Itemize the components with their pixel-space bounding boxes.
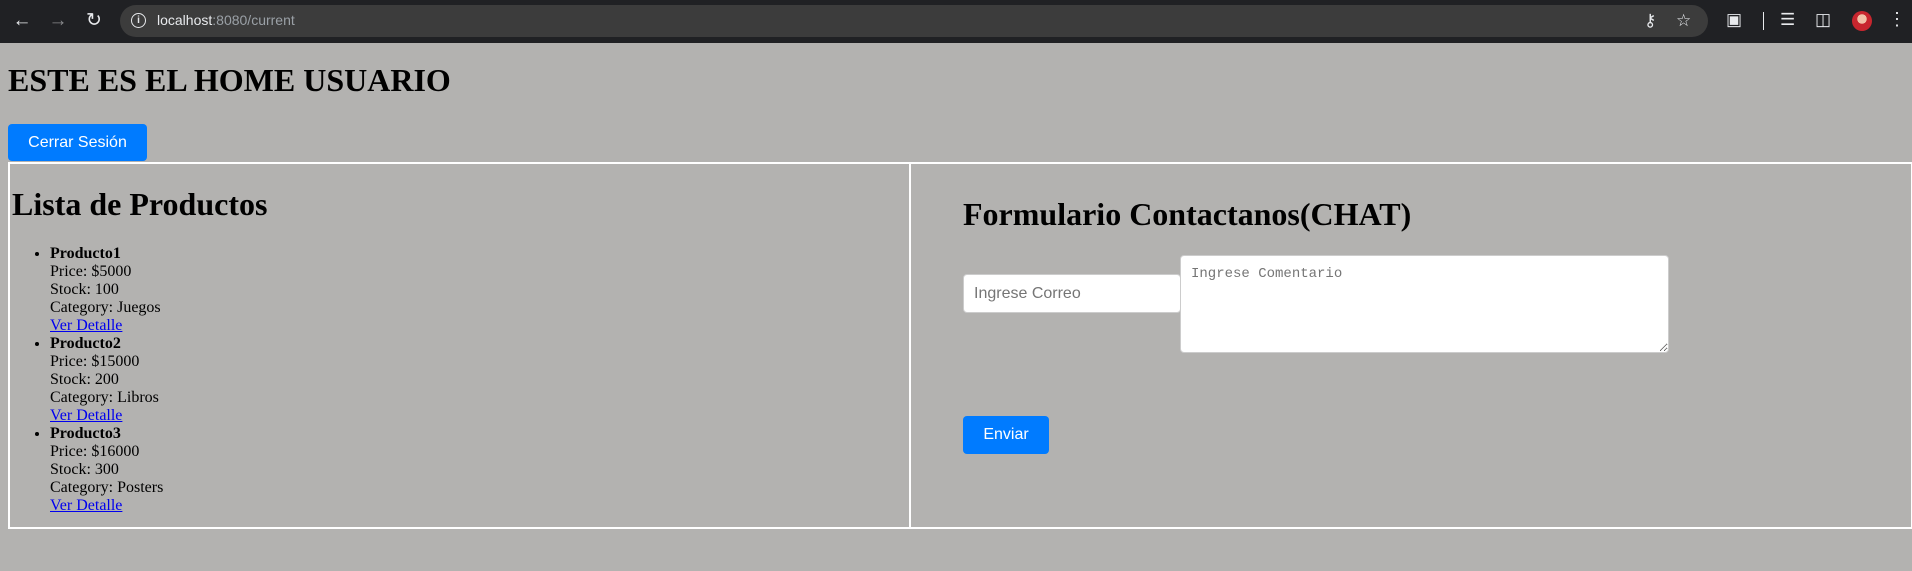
product-price: Price: $15000 bbox=[50, 353, 140, 370]
url-text: localhost:8080/current bbox=[157, 12, 295, 28]
product-price: Price: $16000 bbox=[50, 443, 140, 460]
address-bar[interactable]: i localhost:8080/current ⚷ ☆ bbox=[120, 5, 1708, 37]
star-icon[interactable]: ☆ bbox=[1676, 11, 1691, 31]
logout-button[interactable]: Cerrar Sesión bbox=[8, 124, 147, 161]
key-icon[interactable]: ⚷ bbox=[1644, 11, 1656, 31]
products-panel: Lista de Productos Producto1 Price: $500… bbox=[8, 162, 911, 529]
product-stock: Stock: 100 bbox=[50, 281, 119, 298]
comment-field[interactable] bbox=[1180, 255, 1669, 353]
view-detail-link[interactable]: Ver Detalle bbox=[50, 407, 122, 424]
contact-panel: Formulario Contactanos(CHAT) Enviar bbox=[909, 162, 1912, 529]
send-button[interactable]: Enviar bbox=[963, 416, 1049, 454]
list-item: Producto3 Price: $16000 Stock: 300 Categ… bbox=[50, 425, 163, 515]
view-detail-link[interactable]: Ver Detalle bbox=[50, 497, 122, 514]
product-list: Producto1 Price: $5000 Stock: 100 Catego… bbox=[10, 245, 163, 515]
toolbar-divider bbox=[1763, 12, 1764, 30]
reload-icon[interactable]: ↻ bbox=[83, 10, 105, 32]
product-name: Producto1 bbox=[50, 245, 121, 262]
product-category: Category: Libros bbox=[50, 389, 159, 406]
browser-toolbar: ← → ↻ i localhost:8080/current ⚷ ☆ ▣ ☰ ◫… bbox=[0, 0, 1912, 43]
list-item: Producto1 Price: $5000 Stock: 100 Catego… bbox=[50, 245, 163, 335]
side-panel-icon[interactable]: ◫ bbox=[1815, 10, 1831, 30]
email-field[interactable] bbox=[963, 274, 1181, 313]
product-price: Price: $5000 bbox=[50, 263, 132, 280]
puzzle-icon[interactable]: ▣ bbox=[1726, 10, 1742, 30]
kebab-menu-icon[interactable]: ⋮ bbox=[1888, 9, 1906, 30]
product-name: Producto3 bbox=[50, 425, 121, 442]
product-stock: Stock: 200 bbox=[50, 371, 119, 388]
list-item: Producto2 Price: $15000 Stock: 200 Categ… bbox=[50, 335, 163, 425]
product-category: Category: Juegos bbox=[50, 299, 161, 316]
forward-arrow-icon[interactable]: → bbox=[47, 10, 69, 32]
product-category: Category: Posters bbox=[50, 479, 164, 496]
products-heading: Lista de Productos bbox=[12, 186, 268, 222]
contact-heading: Formulario Contactanos(CHAT) bbox=[963, 196, 1412, 232]
product-stock: Stock: 300 bbox=[50, 461, 119, 478]
product-name: Producto2 bbox=[50, 335, 121, 352]
info-icon[interactable]: i bbox=[131, 13, 146, 28]
page-title: ESTE ES EL HOME USUARIO bbox=[8, 62, 451, 98]
avatar[interactable] bbox=[1852, 11, 1872, 31]
view-detail-link[interactable]: Ver Detalle bbox=[50, 317, 122, 334]
back-arrow-icon[interactable]: ← bbox=[11, 10, 33, 32]
playlist-icon[interactable]: ☰ bbox=[1780, 10, 1795, 30]
